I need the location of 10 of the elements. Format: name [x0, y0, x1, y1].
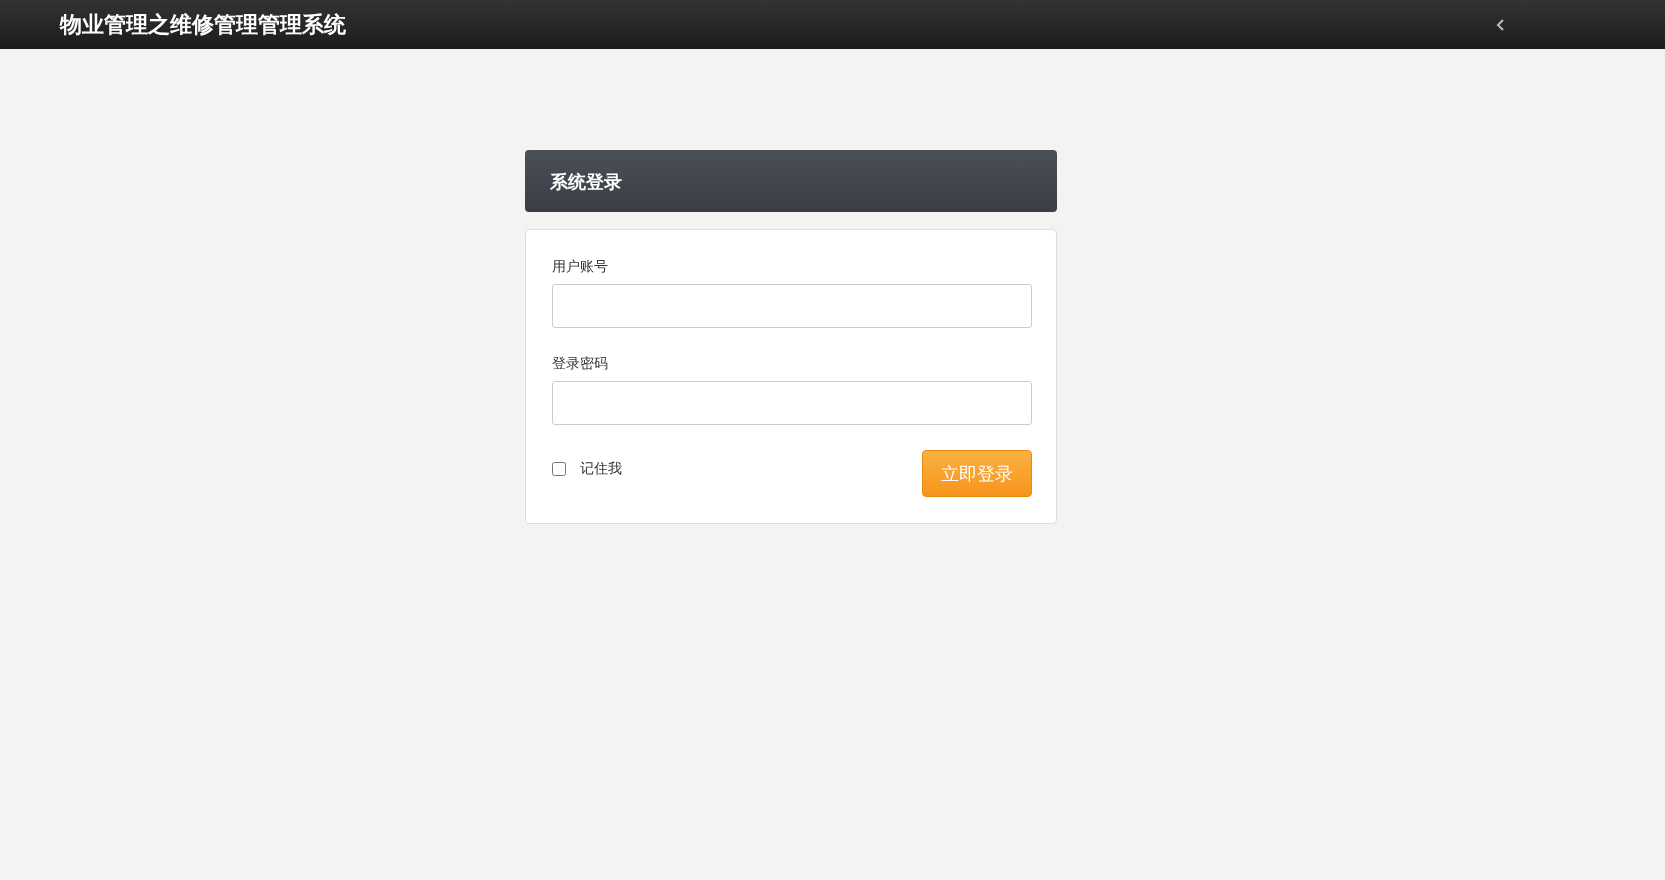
input-field[interactable]	[552, 284, 1032, 328]
remember-label: 记住我	[580, 459, 622, 478]
login-title: 系统登录	[550, 169, 622, 194]
input-field[interactable]	[552, 381, 1032, 425]
field-label: 登录密码	[552, 354, 609, 373]
field-label: 用户账号	[552, 257, 609, 276]
remember-checkbox[interactable]	[552, 461, 566, 476]
login-button[interactable]: 立即登录	[922, 450, 1032, 497]
chevron-left-icon[interactable]	[1496, 17, 1506, 32]
app-title: 物业管理之维修管理管理系统	[60, 11, 346, 39]
